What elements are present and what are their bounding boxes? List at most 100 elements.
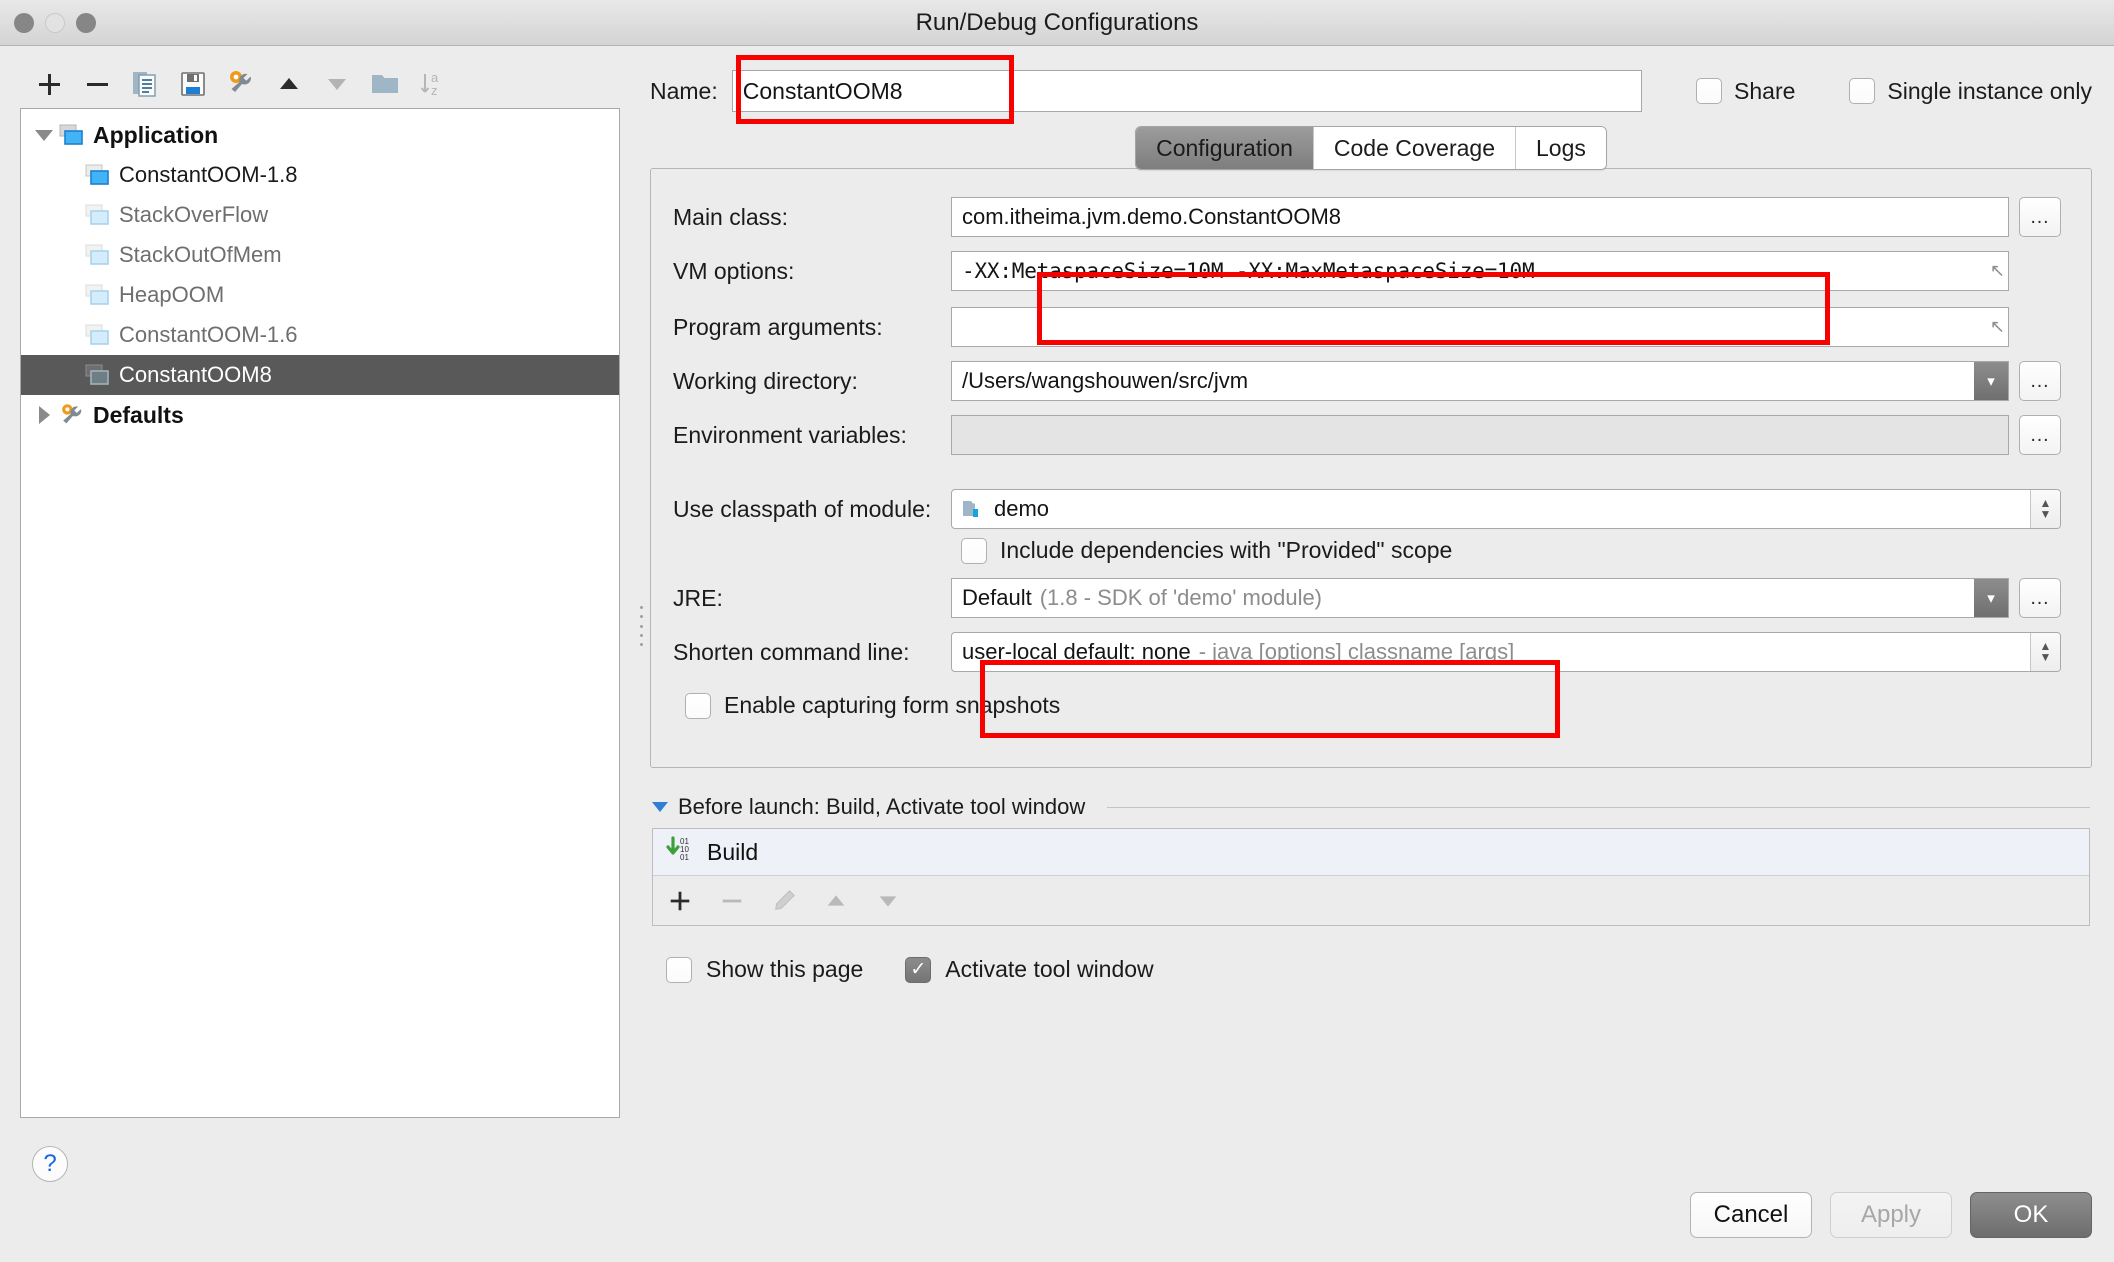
window-controls	[14, 0, 96, 45]
name-row: Name: Share Single instance only	[650, 46, 2092, 122]
shorten-command-line-row: Shorten command line: user-local default…	[673, 632, 2061, 672]
form-snapshots-row: Enable capturing form snapshots	[685, 692, 2061, 719]
chevron-down-icon[interactable]: ▾	[1974, 579, 2008, 617]
tree-node-stackoverflow[interactable]: StackOverFlow	[21, 195, 619, 235]
before-launch-item-label: Build	[707, 838, 759, 865]
jre-browse-button[interactable]: …	[2019, 578, 2061, 618]
single-instance-checkbox[interactable]	[1849, 78, 1876, 104]
expand-collapse-icon[interactable]	[31, 129, 57, 141]
environment-variables-browse-button[interactable]: …	[2019, 415, 2061, 455]
application-icon	[83, 324, 113, 346]
tree-node-label: Defaults	[93, 401, 184, 428]
before-launch-item-build[interactable]: 01 10 01 Build	[653, 829, 2089, 875]
jre-combo[interactable]: Default (1.8 - SDK of 'demo' module) ▾	[951, 578, 2009, 618]
include-provided-checkbox[interactable]	[961, 537, 987, 564]
working-directory-combo[interactable]: /Users/wangshouwen/src/jvm ▾	[951, 361, 2009, 401]
apply-button[interactable]: Apply	[1830, 1192, 1952, 1238]
chevron-down-icon[interactable]: ▾	[1974, 362, 2008, 400]
form-snapshots-checkbox[interactable]	[685, 692, 711, 719]
before-launch-toolbar	[653, 875, 2089, 925]
ok-button[interactable]: OK	[1970, 1192, 2092, 1238]
tab-configuration[interactable]: Configuration	[1136, 127, 1313, 169]
collapse-icon[interactable]	[652, 802, 668, 812]
show-this-page-checkbox[interactable]	[666, 956, 692, 983]
tree-node-label: ConstantOOM8	[119, 362, 272, 387]
run-debug-configurations-dialog: Run/Debug Configurations a z Application…	[0, 0, 2114, 1262]
classpath-module-stepper[interactable]: ▲ ▼	[2030, 490, 2060, 528]
help-button[interactable]: ?	[32, 1146, 68, 1182]
cancel-button[interactable]: Cancel	[1690, 1192, 1812, 1238]
classpath-module-combo[interactable]: demo ▲ ▼	[951, 489, 2061, 529]
maximize-window-button[interactable]	[76, 12, 96, 33]
move-down-button[interactable]	[320, 67, 354, 101]
tree-node-constantoom8[interactable]: ConstantOOM8	[21, 355, 619, 395]
tree-node-application[interactable]: Application	[21, 115, 619, 155]
tree-node-label: HeapOOM	[119, 282, 225, 307]
copy-configuration-button[interactable]	[128, 67, 162, 101]
window-title: Run/Debug Configurations	[915, 8, 1199, 36]
before-launch-add-button[interactable]	[667, 888, 693, 914]
name-input[interactable]	[731, 70, 1643, 112]
expand-collapse-icon[interactable]	[31, 406, 57, 424]
tree-node-stackoutofmem[interactable]: StackOutOfMem	[21, 235, 619, 275]
module-icon	[962, 498, 986, 520]
help-row: ?	[20, 1118, 620, 1210]
tree-node-constantoom-1-8[interactable]: ConstantOOM-1.8	[21, 155, 619, 195]
working-directory-browse-button[interactable]: …	[2019, 361, 2061, 401]
tree-node-heapoom[interactable]: HeapOOM	[21, 275, 619, 315]
include-provided-label: Include dependencies with "Provided" sco…	[1000, 537, 1453, 563]
configurations-panel: a z Application ConstantOOM-1.8 StackOve…	[0, 46, 640, 1262]
sort-alphabetically-button[interactable]: a z	[416, 67, 450, 101]
tree-node-label: ConstantOOM-1.6	[119, 322, 298, 347]
before-launch-move-down-button[interactable]	[875, 888, 901, 914]
new-folder-button[interactable]	[368, 67, 402, 101]
edit-defaults-button[interactable]	[224, 67, 258, 101]
remove-configuration-button[interactable]	[80, 67, 114, 101]
svg-text:01: 01	[680, 853, 689, 862]
share-label: Share	[1734, 77, 1796, 104]
title-bar: Run/Debug Configurations	[0, 0, 2114, 46]
shorten-command-line-stepper[interactable]: ▲ ▼	[2030, 633, 2060, 671]
chevron-down-icon[interactable]: ▼	[2040, 508, 2052, 520]
vm-options-input[interactable]: -XX:MetaspaceSize=10M -XX:MaxMetaspaceSi…	[951, 251, 2009, 291]
before-launch-header[interactable]: Before launch: Build, Activate tool wind…	[652, 794, 2090, 820]
jre-value-detail: (1.8 - SDK of 'demo' module)	[1039, 585, 1323, 610]
tab-code-coverage[interactable]: Code Coverage	[1312, 127, 1516, 169]
main-class-row: Main class: com.itheima.jvm.demo.Constan…	[673, 197, 2061, 237]
save-configuration-button[interactable]	[176, 67, 210, 101]
application-icon	[83, 204, 113, 226]
svg-text:z: z	[431, 83, 438, 98]
before-launch-move-up-button[interactable]	[823, 888, 849, 914]
vm-options-label: VM options:	[673, 257, 795, 284]
chevron-down-icon[interactable]: ▼	[2040, 651, 2052, 663]
move-up-button[interactable]	[272, 67, 306, 101]
classpath-module-row: Use classpath of module: demo ▲ ▼	[673, 489, 2061, 529]
add-configuration-button[interactable]	[32, 67, 66, 101]
environment-variables-input[interactable]	[951, 415, 2009, 455]
close-window-button[interactable]	[14, 12, 34, 33]
program-arguments-input[interactable]	[951, 307, 2009, 347]
before-launch-list[interactable]: 01 10 01 Build	[652, 828, 2090, 926]
include-provided-row: Include dependencies with "Provided" sco…	[961, 537, 2061, 564]
application-icon	[83, 284, 113, 306]
before-launch-edit-button[interactable]	[771, 888, 797, 914]
tree-node-constantoom-1-6[interactable]: ConstantOOM-1.6	[21, 315, 619, 355]
shorten-command-line-label: Shorten command line:	[673, 638, 910, 665]
application-icon	[83, 164, 113, 186]
tab-logs[interactable]: Logs	[1515, 127, 1606, 169]
tree-node-defaults[interactable]: Defaults	[21, 395, 619, 435]
share-checkbox[interactable]	[1696, 78, 1723, 104]
environment-variables-label: Environment variables:	[673, 421, 907, 448]
compile-icon: 01 10 01	[665, 834, 695, 870]
configurations-tree[interactable]: Application ConstantOOM-1.8 StackOverFlo…	[20, 108, 620, 1118]
main-class-browse-button[interactable]: …	[2019, 197, 2061, 237]
activate-tool-window-checkbox[interactable]: ✓	[905, 956, 932, 983]
minimize-window-button[interactable]	[45, 12, 65, 33]
configuration-editor-panel: Name: Share Single instance only Configu…	[640, 46, 2114, 1262]
shorten-command-line-combo[interactable]: user-local default: none - java [options…	[951, 632, 2061, 672]
before-launch-title: Before launch: Build, Activate tool wind…	[678, 794, 1086, 819]
program-arguments-label: Program arguments:	[673, 313, 883, 340]
main-class-input[interactable]: com.itheima.jvm.demo.ConstantOOM8	[951, 197, 2009, 237]
dialog-body: a z Application ConstantOOM-1.8 StackOve…	[0, 46, 2114, 1262]
before-launch-remove-button[interactable]	[719, 888, 745, 914]
